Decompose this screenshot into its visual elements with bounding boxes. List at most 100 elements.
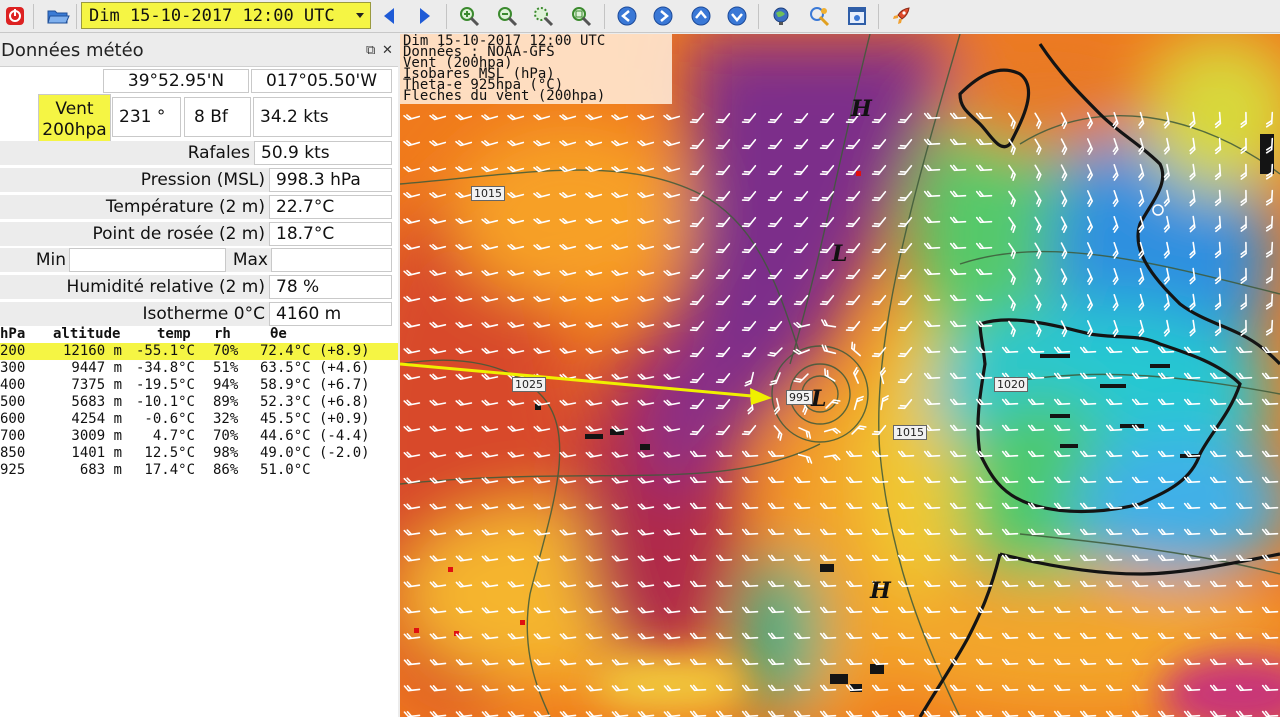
table-cell: -19.5°C [135, 377, 195, 393]
table-cell: 94% [213, 377, 239, 393]
col-rh: rh [214, 326, 231, 342]
col-temp: temp [157, 326, 191, 342]
table-row[interactable]: 850 1401 m 12.5°C 98% 49.0°C (-2.0) [0, 445, 398, 462]
nav-left-icon[interactable] [614, 3, 640, 29]
table-row[interactable]: 300 9447 m -34.8°C 51% 63.5°C (+4.6) [0, 360, 398, 377]
map-canvas[interactable] [400, 34, 1280, 717]
zoom-out-icon[interactable] [494, 3, 520, 29]
table-cell: 51.0°C [260, 462, 311, 478]
chevron-down-icon [356, 13, 364, 18]
table-cell: -34.8°C [135, 360, 195, 376]
app-window: Dim 15-10-2017 12:00 UTC Données météo ⧉… [0, 0, 1280, 717]
nav-right-icon[interactable] [650, 3, 676, 29]
low-pressure-mark: L [832, 241, 848, 267]
isotherm-value: 4160 m [269, 302, 392, 326]
table-cell: 52.3°C (+6.8) [260, 394, 370, 410]
max-label: Max [226, 248, 271, 272]
isobar-label: 1015 [893, 425, 927, 440]
humidity-label: Humidité relative (2 m) [0, 275, 269, 299]
toolbar: Dim 15-10-2017 12:00 UTC [0, 0, 1280, 33]
wind-level-label: Vent 200hpa [38, 94, 111, 146]
nav-down-icon[interactable] [724, 3, 750, 29]
rocket-icon[interactable] [888, 3, 914, 29]
pressure-value: 998.3 hPa [269, 168, 392, 192]
table-cell: -55.1°C [135, 343, 195, 359]
altitude-table-header: hPa altitude temp rh θe [0, 326, 398, 343]
table-cell: 32% [213, 411, 239, 427]
zoom-box-icon[interactable] [530, 3, 556, 29]
weather-data-panel: Données météo ⧉ ✕ 39°52.95'N 017°05.50'W… [0, 34, 398, 717]
table-cell: 49.0°C (-2.0) [260, 445, 370, 461]
table-cell: 70% [213, 343, 239, 359]
open-folder-icon[interactable] [45, 3, 71, 29]
low-pressure-mark: L [811, 386, 827, 412]
table-cell: 58.9°C (+6.7) [260, 377, 370, 393]
gusts-value: 50.9 kts [254, 141, 392, 165]
table-row[interactable]: 500 5683 m -10.1°C 89% 52.3°C (+6.8) [0, 394, 398, 411]
high-pressure-mark: H [851, 96, 872, 122]
table-cell: 45.5°C (+0.9) [260, 411, 370, 427]
table-cell: -0.6°C [144, 411, 195, 427]
table-cell: 98% [213, 445, 239, 461]
col-theta-e: θe [270, 326, 287, 342]
close-icon[interactable]: ✕ [382, 43, 393, 58]
table-cell: 12.5°C [144, 445, 195, 461]
table-cell: -10.1°C [135, 394, 195, 410]
panel-header: Données météo ⧉ ✕ [0, 34, 398, 67]
table-row[interactable]: 925 683 m 17.4°C 86% 51.0°C [0, 462, 398, 479]
table-row[interactable]: 400 7375 m -19.5°C 94% 58.9°C (+6.7) [0, 377, 398, 394]
high-pressure-mark: H [870, 578, 891, 604]
pressure-label: Pression (MSL) [0, 168, 269, 192]
isobar-label: 1025 [512, 377, 546, 392]
col-altitude: altitude [53, 326, 121, 342]
table-cell: 89% [213, 394, 239, 410]
panel-title: Données météo [1, 39, 144, 61]
table-cell: 51% [213, 360, 239, 376]
longitude-value: 017°05.50'W [251, 69, 392, 93]
overlay-icon[interactable] [806, 3, 832, 29]
window-icon[interactable] [844, 3, 870, 29]
table-cell: 17.4°C [144, 462, 195, 478]
table-row[interactable]: 200 12160 m -55.1°C 70% 72.4°C (+8.9) [0, 343, 398, 360]
weather-map[interactable]: Dim 15-10-2017 12:00 UTC Données : NOAA-… [400, 34, 1280, 717]
table-row[interactable]: 600 4254 m -0.6°C 32% 45.5°C (+0.9) [0, 411, 398, 428]
globe-icon[interactable] [768, 3, 794, 29]
gusts-label: Rafales [0, 141, 254, 165]
isobar-label: 1020 [994, 377, 1028, 392]
col-hpa: hPa [0, 326, 26, 342]
map-legend: Dim 15-10-2017 12:00 UTC Données : NOAA-… [400, 34, 672, 104]
float-panel-icon[interactable]: ⧉ [366, 43, 375, 58]
humidity-value: 78 % [269, 275, 392, 299]
isobar-label: 995 [786, 390, 813, 405]
min-label: Min [0, 248, 69, 272]
temperature-value: 22.7°C [269, 195, 392, 219]
dew-point-label: Point de rosée (2 m) [0, 222, 269, 246]
table-cell: 86% [213, 462, 239, 478]
nav-up-icon[interactable] [688, 3, 714, 29]
wind-speed-value: 34.2 kts [253, 97, 392, 137]
altitude-table: hPa altitude temp rh θe 200 12160 m -55.1°… [0, 326, 398, 479]
table-cell: 70% [213, 428, 239, 444]
temperature-label: Température (2 m) [0, 195, 269, 219]
min-value [69, 248, 226, 272]
table-cell: 4.7°C [152, 428, 195, 444]
table-cell: 44.6°C (-4.4) [260, 428, 370, 444]
legend-line: Fleches du vent (200hpa) [403, 88, 606, 104]
table-cell: 63.5°C (+4.6) [260, 360, 370, 376]
max-value [271, 248, 392, 272]
table-row[interactable]: 700 3009 m 4.7°C 70% 44.6°C (-4.4) [0, 428, 398, 445]
prev-arrow-icon[interactable] [376, 3, 402, 29]
date-select[interactable]: Dim 15-10-2017 12:00 UTC [81, 2, 371, 29]
zoom-in-icon[interactable] [456, 3, 482, 29]
power-icon[interactable] [2, 3, 28, 29]
dew-point-value: 18.7°C [269, 222, 392, 246]
wind-beaufort-value: 8 Bf [184, 97, 251, 137]
isobar-label: 1015 [471, 186, 505, 201]
zoom-fit-icon[interactable] [568, 3, 594, 29]
isotherm-label: Isotherme 0°C [0, 302, 269, 326]
next-arrow-icon[interactable] [412, 3, 438, 29]
latitude-value: 39°52.95'N [103, 69, 249, 93]
wind-direction-value: 231 ° [112, 97, 181, 137]
table-cell: 72.4°C (+8.9) [260, 343, 370, 359]
date-select-value: Dim 15-10-2017 12:00 UTC [89, 5, 335, 26]
